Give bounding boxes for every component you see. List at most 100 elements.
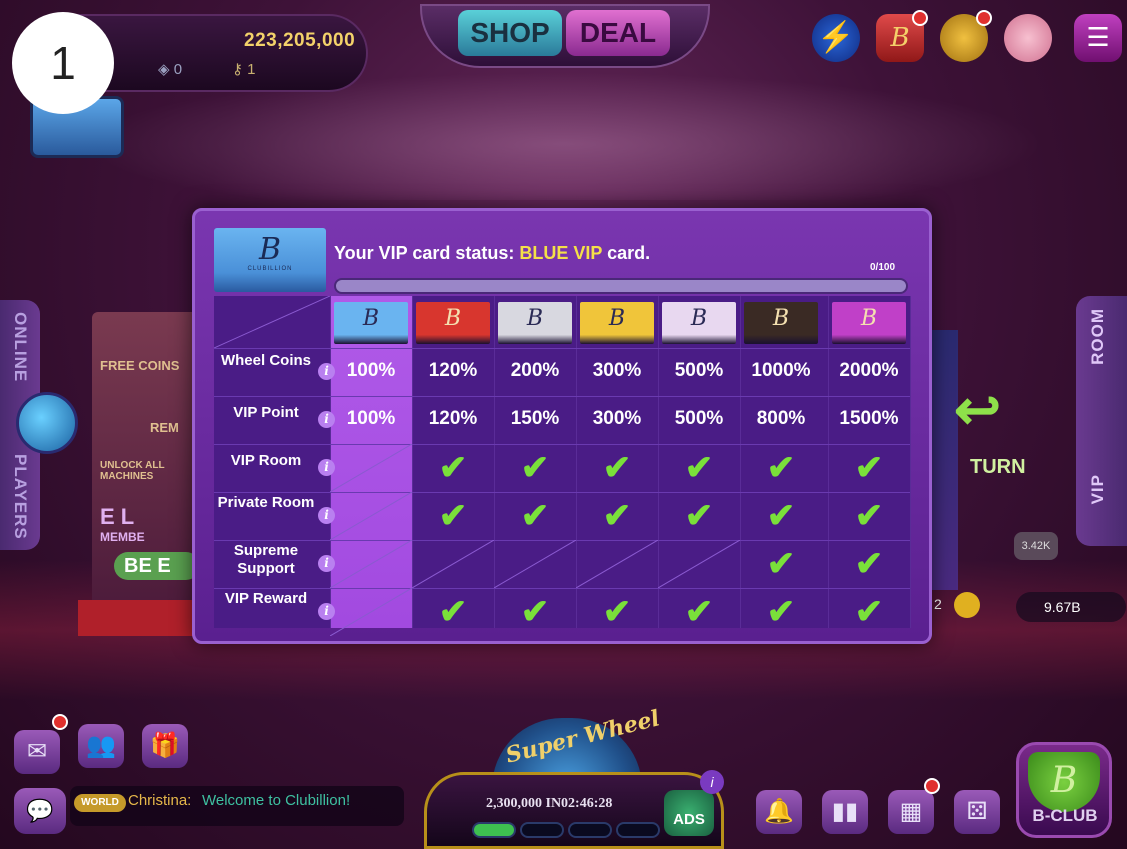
info-icon[interactable]: i xyxy=(700,770,724,794)
right-balance: 9.67B xyxy=(1016,592,1126,622)
vip-tier-card-blue: B xyxy=(334,302,408,344)
dice-icon[interactable]: ⚄ xyxy=(954,790,1000,834)
wheel-timer: IN02:46:28 xyxy=(545,796,613,811)
status-suffix: card. xyxy=(602,243,651,263)
wheel-progress-pill xyxy=(616,822,660,838)
notification-dot xyxy=(52,714,68,730)
shop-button[interactable]: SHOP xyxy=(458,10,562,56)
table-row-line xyxy=(214,396,910,397)
check-icon: ✔ xyxy=(602,449,632,487)
check-icon: ✔ xyxy=(854,449,884,487)
check-icon: ✔ xyxy=(520,497,550,535)
elite-text: E L xyxy=(100,504,135,529)
bell-icon[interactable]: 🔔 xyxy=(756,790,802,834)
check-icon: ✔ xyxy=(684,449,714,487)
menu-icon[interactable]: ☰ xyxy=(1074,14,1122,62)
member-text: MEMBE xyxy=(100,530,145,544)
not-available-diagonal xyxy=(412,540,494,588)
room-label: ROOM xyxy=(1088,308,1107,365)
free-coins-text: FREE COINS xyxy=(100,358,180,373)
row-label: VIP Room xyxy=(230,452,302,469)
stat-a-value: 0 xyxy=(173,61,183,78)
check-icon: ✔ xyxy=(766,593,796,631)
vip-tier-card-diamond: B xyxy=(662,302,736,344)
tier-card-logo: B xyxy=(690,306,708,331)
globe-icon[interactable] xyxy=(16,392,78,454)
vip-progress-text: 0/100 xyxy=(870,262,896,273)
notification-dot xyxy=(924,778,940,794)
stat-b-value: 1 xyxy=(247,61,256,78)
check-icon: ✔ xyxy=(602,593,632,631)
calendar-icon[interactable]: ▦ xyxy=(888,790,934,834)
coin-icon xyxy=(954,592,980,618)
not-available-diagonal xyxy=(330,492,412,540)
check-icon: ✔ xyxy=(438,497,468,535)
table-row-line xyxy=(214,492,910,493)
tier-card-logo: B xyxy=(526,306,544,331)
leaderboard-icon[interactable]: ▮▮ xyxy=(822,790,868,834)
row-label: VIP Reward xyxy=(224,590,308,607)
table-cell-value: 500% xyxy=(674,360,724,381)
vip-tier-card-gold: B xyxy=(580,302,654,344)
check-icon: ✔ xyxy=(766,545,796,583)
vip-status-text: Your VIP card status: BLUE VIP card. xyxy=(334,243,650,264)
tier-card-logo: B xyxy=(772,306,790,331)
table-cell-value: 120% xyxy=(428,408,478,429)
mail-icon[interactable]: ✉ xyxy=(14,730,60,774)
row-label: Supreme Support xyxy=(233,542,299,577)
table-cell-value: 300% xyxy=(592,408,642,429)
b-club-label: B-CLUB xyxy=(1032,806,1098,825)
row-label: VIP Point xyxy=(233,404,299,421)
not-available-diagonal xyxy=(494,540,576,588)
table-cell-value: 800% xyxy=(756,408,806,429)
turn-label: TURN xyxy=(970,456,1026,478)
notification-dot xyxy=(976,10,992,26)
gift-icon[interactable]: 🎁 xyxy=(142,724,188,768)
table-cell-value: 1000% xyxy=(751,360,811,381)
friends-icon[interactable]: 👥 xyxy=(78,724,124,768)
table-cell-value: 120% xyxy=(428,360,478,381)
rem-text: REM xyxy=(150,420,179,435)
chat-name: Christina: xyxy=(128,792,192,809)
chat-icon[interactable]: 💬 xyxy=(14,788,66,834)
table-cell-value: 150% xyxy=(510,408,560,429)
status-prefix: Your VIP card status: xyxy=(334,243,520,263)
not-available-diagonal xyxy=(330,540,412,588)
row-label: Private Room xyxy=(217,494,315,511)
coin-balance: 223,205,000 xyxy=(244,30,356,51)
vip-tier-card-black: B xyxy=(744,302,818,344)
check-icon: ✔ xyxy=(854,593,884,631)
wheel-progress-pill xyxy=(568,822,612,838)
wheel-progress-pill xyxy=(520,822,564,838)
piggy-bank-icon[interactable] xyxy=(1004,14,1052,62)
bolt-icon[interactable]: ⚡ xyxy=(812,14,860,62)
not-available-diagonal xyxy=(576,540,658,588)
ads-button[interactable]: ADS xyxy=(664,790,714,836)
vip-progress-bar xyxy=(334,278,908,294)
vip-tier-card-silver: B xyxy=(498,302,572,344)
world-tag: WORLD xyxy=(74,794,126,812)
table-row-line xyxy=(214,444,910,445)
check-icon: ✔ xyxy=(438,593,468,631)
not-available-diagonal xyxy=(658,540,740,588)
table-row-line xyxy=(214,588,910,589)
table-cell-value: 100% xyxy=(346,408,396,429)
right-small-stat: 2 xyxy=(934,596,942,612)
turn-arrow-icon[interactable]: ↩ xyxy=(954,380,1001,440)
row-label: Wheel Coins xyxy=(220,352,311,369)
table-cell-value: 300% xyxy=(592,360,642,381)
tier-card-logo: B xyxy=(860,306,878,331)
wheel-progress-pill xyxy=(472,822,516,838)
slot-machine-right[interactable] xyxy=(928,330,958,590)
step-number-badge: 1 xyxy=(12,12,114,114)
table-cell-value: 200% xyxy=(510,360,560,381)
table-row-line xyxy=(214,348,910,349)
check-icon: ✔ xyxy=(684,593,714,631)
deal-button[interactable]: DEAL xyxy=(566,10,670,56)
be-elite-pill[interactable]: BE E xyxy=(114,552,200,580)
check-icon: ✔ xyxy=(684,497,714,535)
unlock-text: UNLOCK ALL MACHINES xyxy=(100,460,165,482)
header-corner-diagonal xyxy=(214,296,330,348)
wheel-coins: 2,300,000 xyxy=(486,796,542,811)
vip-side-label: VIP xyxy=(1088,474,1107,505)
